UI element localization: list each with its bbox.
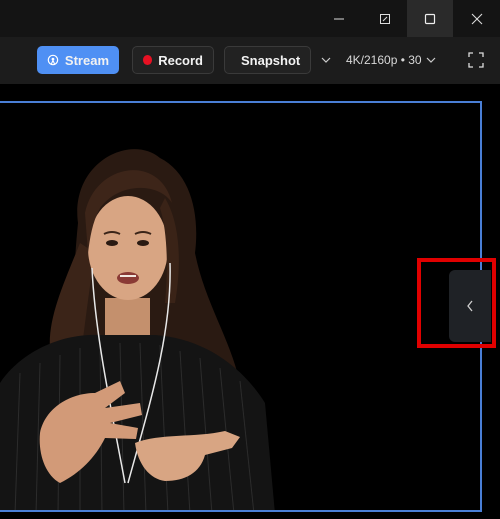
- minimize-icon: [334, 18, 344, 19]
- resolution-select[interactable]: 4K/2160p • 30: [346, 46, 436, 74]
- toolbar: Stream Record Snapshot 4K/2160p • 30: [0, 37, 500, 84]
- maximize-button[interactable]: [407, 0, 453, 37]
- snapshot-button[interactable]: Snapshot: [224, 46, 311, 74]
- snapshot-options-dropdown[interactable]: [316, 46, 336, 74]
- popout-icon: [380, 13, 390, 24]
- snapshot-label: Snapshot: [241, 52, 301, 68]
- record-label: Record: [158, 52, 203, 68]
- video-viewport: [0, 84, 500, 519]
- stream-icon: [47, 54, 59, 66]
- highlight-annotation: [417, 258, 496, 348]
- stream-button[interactable]: Stream: [37, 46, 119, 74]
- popout-button[interactable]: [362, 0, 408, 37]
- close-icon: [471, 13, 483, 24]
- camera-feed-image: [0, 149, 275, 510]
- maximize-icon: [424, 13, 436, 24]
- chevron-down-icon: [426, 57, 436, 63]
- chevron-down-icon: [321, 57, 331, 63]
- fullscreen-icon: [468, 52, 484, 68]
- resolution-label: 4K/2160p • 30: [346, 53, 422, 67]
- minimize-button[interactable]: [316, 0, 362, 37]
- record-button[interactable]: Record: [132, 46, 214, 74]
- record-dot-icon: [143, 55, 153, 65]
- close-button[interactable]: [454, 0, 500, 37]
- stream-label: Stream: [64, 52, 109, 68]
- fullscreen-button[interactable]: [463, 46, 489, 74]
- title-bar: [0, 0, 500, 37]
- camera-preview[interactable]: [0, 101, 482, 512]
